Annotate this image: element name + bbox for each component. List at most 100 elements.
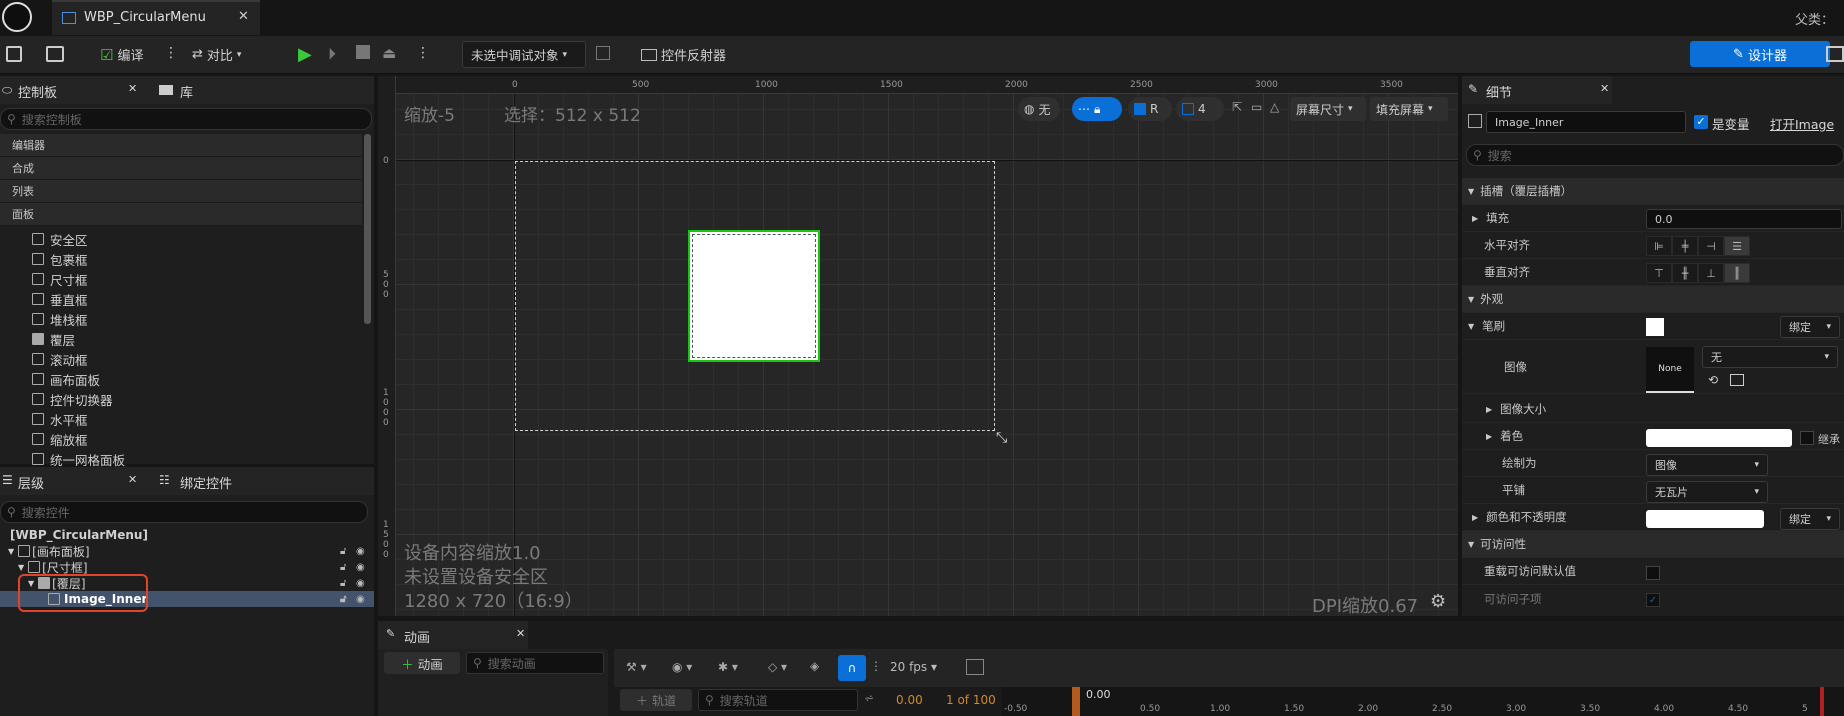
current-time[interactable]: 0.00	[896, 693, 923, 707]
play-options-icon[interactable]: ⋮	[416, 45, 430, 61]
visibility-eye-icon[interactable]: ◉	[356, 546, 365, 557]
palette-item[interactable]: 安全区	[0, 229, 362, 249]
h-align-left-button[interactable]: ⊫	[1646, 236, 1672, 256]
override-access-checkbox[interactable]	[1646, 566, 1660, 580]
expand-arrow-icon[interactable]: ▼	[1468, 322, 1474, 331]
expand-arrow-icon[interactable]: ▼	[8, 547, 14, 556]
playhead-marker[interactable]	[1072, 687, 1080, 716]
expand-arrow-icon[interactable]: ▼	[18, 563, 24, 572]
v-align-fill-button[interactable]: ║	[1724, 263, 1750, 283]
end-marker[interactable]	[1820, 687, 1824, 716]
palette-item[interactable]: 包裹框	[0, 249, 362, 269]
visibility-eye-icon[interactable]: ◉	[356, 562, 365, 573]
view-options-icon[interactable]: ◉ ▾	[672, 660, 692, 674]
graph-mode-icon[interactable]	[1826, 46, 1844, 62]
designer-canvas[interactable]: ⤡ 缩放-5 选择：512 x 512 设备内容缩放1.0 未设置设备安全区 1…	[378, 76, 1458, 616]
lock-icon[interactable]: 🔓︎	[340, 578, 346, 589]
hierarchy-tab[interactable]: 层级	[18, 473, 44, 492]
palette-item[interactable]: 统一网格面板	[0, 449, 362, 469]
palette-item[interactable]: 尺寸框	[0, 269, 362, 289]
tools-icon[interactable]: ⚒ ▾	[626, 660, 647, 674]
compile-options-icon[interactable]: ⋮	[164, 45, 178, 61]
palette-category[interactable]: 列表	[0, 180, 362, 203]
world-toggle[interactable]: ◍ 无	[1018, 97, 1060, 121]
palette-item[interactable]: 缩放框	[0, 429, 362, 449]
expand-arrow-icon[interactable]: ▶	[1486, 432, 1492, 441]
bind-widgets-tab[interactable]: 绑定控件	[180, 473, 232, 492]
lock-icon[interactable]: 🔓︎	[340, 546, 346, 557]
lock-icon[interactable]: 🔓︎	[340, 562, 346, 573]
respect-locks-toggle[interactable]: R	[1128, 97, 1172, 121]
image-thumbnail[interactable]: None	[1646, 347, 1694, 393]
close-palette-icon[interactable]: ✕	[128, 82, 137, 95]
lock-toggle[interactable]: ⋯ 🔒︎	[1072, 97, 1122, 121]
palette-category[interactable]: 编辑器	[0, 134, 362, 157]
palette-item[interactable]: 垂直框	[0, 289, 362, 309]
tint-color-swatch[interactable]	[1646, 429, 1792, 447]
debug-find-icon[interactable]	[596, 46, 610, 60]
screen-size-dropdown[interactable]: 屏幕尺寸 ▾	[1290, 97, 1366, 121]
auto-key-icon[interactable]: ◈	[810, 659, 819, 673]
animation-tab[interactable]: 动画	[404, 627, 430, 646]
debug-object-dropdown[interactable]: 未选中调试对象 ▾	[462, 41, 586, 68]
use-selected-asset-icon[interactable]: ⟲	[1708, 373, 1718, 387]
color-opacity-swatch[interactable]	[1646, 510, 1764, 528]
padding-input[interactable]: 0.0	[1646, 209, 1842, 229]
close-details-icon[interactable]: ✕	[1600, 82, 1609, 95]
palette-item[interactable]: 堆栈框	[0, 309, 362, 329]
palette-item[interactable]: 控件切换器	[0, 389, 362, 409]
resize-handle-icon[interactable]: ⤡	[996, 430, 1007, 446]
palette-item[interactable]: 水平框	[0, 409, 362, 429]
accessibility-category[interactable]: ▼ 可访问性	[1462, 531, 1844, 558]
key-options-icon[interactable]: ◇ ▾	[768, 660, 787, 674]
draw-as-dropdown[interactable]: 图像 ▾	[1646, 454, 1768, 476]
animation-search-input[interactable]: ⚲ 搜索动画	[466, 652, 604, 674]
triangle-icon[interactable]: △	[1270, 100, 1279, 114]
h-align-fill-button[interactable]: ☰	[1724, 236, 1750, 256]
browse-icon[interactable]	[46, 46, 64, 62]
palette-search-input[interactable]: ⚲ 搜索控制板	[0, 108, 372, 130]
tiling-dropdown[interactable]: 无瓦片 ▾	[1646, 481, 1768, 503]
close-hierarchy-icon[interactable]: ✕	[128, 473, 137, 486]
fill-screen-dropdown[interactable]: 填充屏幕 ▾	[1370, 97, 1448, 121]
close-animation-icon[interactable]: ✕	[516, 627, 525, 640]
diff-button[interactable]: ⇄ 对比 ▾	[192, 45, 241, 64]
h-align-right-button[interactable]: ⊣	[1698, 236, 1724, 256]
image-inner-widget[interactable]	[688, 230, 820, 362]
v-align-center-button[interactable]: ╫	[1672, 263, 1698, 283]
tree-row-root[interactable]: [WBP_CircularMenu]	[0, 527, 374, 543]
widget-name-input[interactable]: Image_Inner	[1486, 111, 1686, 133]
eject-button[interactable]: ⏏	[382, 44, 396, 62]
visibility-eye-icon[interactable]: ◉	[356, 578, 365, 589]
brush-color-swatch[interactable]	[1646, 318, 1664, 336]
grid-snap-toggle[interactable]: 4	[1176, 97, 1224, 121]
snap-magnet-button[interactable]: ∩	[838, 655, 866, 681]
slot-category[interactable]: ▼ 插槽（覆层插槽）	[1462, 178, 1844, 205]
expand-arrow-icon[interactable]: ▶	[1472, 513, 1478, 522]
v-align-bottom-button[interactable]: ⊥	[1698, 263, 1724, 283]
dpi-settings-gear-icon[interactable]: ⚙	[1430, 591, 1446, 612]
close-tab-icon[interactable]: ✕	[238, 9, 249, 24]
inherit-checkbox[interactable]	[1800, 431, 1814, 445]
palette-tab[interactable]: 控制板	[18, 82, 57, 101]
is-variable-checkbox[interactable]: ✓	[1694, 115, 1708, 129]
compile-button[interactable]: ☑ 编译	[100, 45, 143, 65]
unreal-logo-icon[interactable]	[2, 2, 32, 32]
tree-row-sizebox[interactable]: ▼ [尺寸框] 🔓︎ ◉	[0, 559, 374, 575]
add-track-button[interactable]: ＋ 轨道	[620, 689, 692, 711]
curve-editor-icon[interactable]	[966, 659, 984, 675]
h-align-center-button[interactable]: ╪	[1672, 236, 1698, 256]
appearance-category[interactable]: ▼ 外观	[1462, 286, 1844, 313]
visibility-eye-icon[interactable]: ◉	[356, 594, 365, 605]
tree-row-canvas[interactable]: ▼ [画布面板] 🔓︎ ◉	[0, 543, 374, 559]
library-tab[interactable]: 库	[180, 82, 193, 101]
color-bind-dropdown[interactable]: 绑定 ▾	[1780, 508, 1840, 530]
lock-icon[interactable]: 🔓︎	[340, 594, 346, 605]
palette-item[interactable]: 滚动框	[0, 349, 362, 369]
timeline-ruler[interactable]: 0.00 -0.50 0.50 1.00 1.50 2.00 2.50 3.00…	[1002, 687, 1844, 716]
palette-category[interactable]: 面板	[0, 203, 362, 226]
expand-arrow-icon[interactable]: ▶	[1486, 405, 1492, 414]
details-search-input[interactable]: ⚲ 搜索	[1466, 144, 1844, 166]
open-image-link[interactable]: 打开Image	[1770, 114, 1834, 133]
filter-icon[interactable]: ⩫	[864, 691, 874, 705]
